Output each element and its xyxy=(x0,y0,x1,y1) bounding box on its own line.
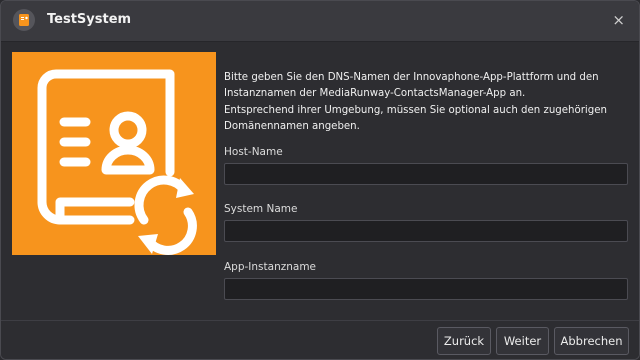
system-name-label: System Name xyxy=(224,203,298,215)
contacts-book-sync-illustration xyxy=(12,52,216,255)
cancel-button[interactable]: Abbrechen xyxy=(554,327,629,355)
contacts-book-icon xyxy=(19,14,29,26)
host-name-label: Host-Name xyxy=(224,146,283,158)
app-icon xyxy=(13,9,35,31)
system-name-input[interactable] xyxy=(224,220,628,242)
title-bar: TestSystem × xyxy=(1,1,639,42)
host-name-input[interactable] xyxy=(224,163,628,185)
contacts-book-sync-icon xyxy=(37,69,197,255)
description-text: Bitte geben Sie den DNS-Namen der Innova… xyxy=(224,53,629,136)
app-instance-name-label: App-Instanzname xyxy=(224,261,317,273)
window-title: TestSystem xyxy=(47,12,132,27)
back-button[interactable]: Zurück xyxy=(437,327,491,355)
app-instance-name-input[interactable] xyxy=(224,278,628,300)
description-body: Bitte geben Sie den DNS-Namen der Innova… xyxy=(224,71,607,133)
dialog-window: TestSystem × Bitte geben Sie den DNS-Nam… xyxy=(0,0,640,360)
next-button[interactable]: Weiter xyxy=(496,327,549,355)
close-icon[interactable]: × xyxy=(612,11,625,29)
